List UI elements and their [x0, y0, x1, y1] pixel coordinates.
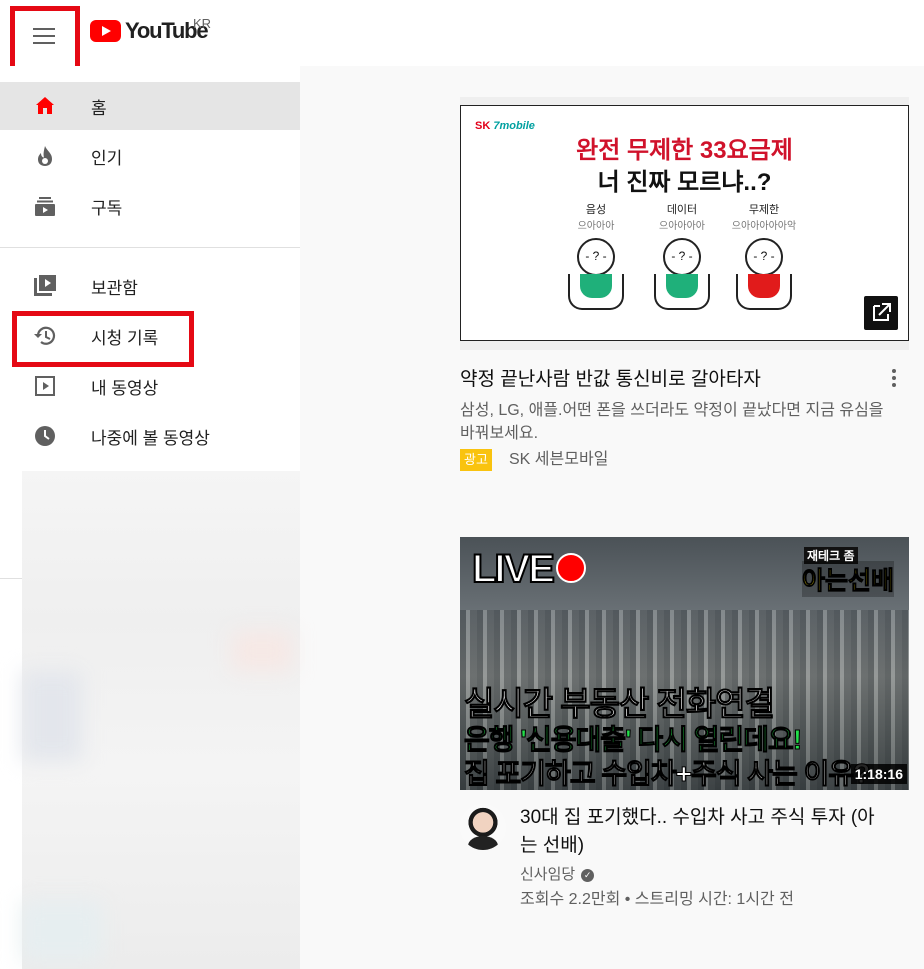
ad-figure-data: 데이터 으아아아아 - ? -	[647, 201, 717, 321]
library-icon	[32, 273, 58, 299]
video-metadata: 조회수 2.2만회 • 스트리밍 시간: 1시간 전	[520, 891, 794, 908]
youtube-logo[interactable]: YouTube KR	[90, 16, 211, 44]
video-duration: 1:18:16	[850, 764, 907, 784]
ad-title[interactable]: 약정 끝난사람 반값 통신비로 갈아타자	[460, 364, 761, 391]
ad-subheadline: 너 진짜 모르냐..?	[597, 169, 772, 196]
ad-figure-unlimited: 무제한 으아아아아아악 - ? -	[729, 201, 799, 321]
ad-creative: SK 7mobile 완전 무제한 33요금제 너 진짜 모르냐..? 음성 으아…	[460, 105, 909, 341]
sidebar-item-label: 나중에 볼 동영상	[91, 428, 210, 448]
channel-name[interactable]: 신사임당	[520, 866, 575, 883]
home-icon	[32, 93, 58, 119]
ad-thumbnail[interactable]: SK 7mobile 완전 무제한 33요금제 너 진짜 모르냐..? 음성 으아…	[460, 97, 909, 350]
sidebar-item-label: 인기	[91, 148, 123, 168]
ad-figure-voice: 음성 으아아아 - ? -	[561, 201, 631, 321]
sidebar-item-label: 구독	[91, 198, 123, 218]
verified-check-icon: ✓	[581, 868, 595, 882]
blurred-subscriptions-area	[22, 471, 300, 969]
sidebar-item-label: 내 동영상	[91, 378, 159, 398]
ad-headline: 완전 무제한 33요금제	[576, 137, 793, 164]
sidebar-item-watch-later[interactable]: 나중에 볼 동영상	[0, 412, 300, 460]
external-link-button[interactable]	[864, 296, 898, 330]
channel-avatar[interactable]	[460, 804, 506, 850]
sidebar-item-label: 홈	[91, 98, 107, 118]
fire-icon	[32, 143, 58, 169]
history-highlight-box	[12, 311, 194, 367]
sidebar-item-library[interactable]: 보관함	[0, 262, 300, 310]
more-actions-icon[interactable]	[889, 369, 899, 391]
subscriptions-icon	[32, 193, 58, 219]
sidebar-item-my-videos[interactable]: 내 동영상	[0, 362, 300, 410]
guide-menu-button[interactable]	[10, 6, 80, 72]
thumbnail-channel-name: 아는선배	[801, 561, 895, 597]
hamburger-icon	[33, 28, 55, 46]
top-bar: YouTube KR	[0, 0, 924, 72]
video-title[interactable]: 30대 집 포기했다.. 수입차 사고 주식 투자 (아는 선배)	[520, 804, 880, 860]
sidebar-item-label: 보관함	[91, 278, 138, 298]
ad-advertiser-name[interactable]: SK 세븐모바일	[509, 449, 608, 471]
sidebar-divider	[0, 578, 22, 579]
external-link-icon	[873, 303, 891, 321]
ad-description: 삼성, LG, 애플.어떤 폰을 쓰더라도 약정이 끝났다면 지금 유심을 바꿔…	[460, 402, 884, 442]
video-thumbnail[interactable]: LIVE 재테크 좀 아는선배 실시간 부동산 전화연결 은행 '신용대출' 다…	[460, 537, 909, 790]
my-videos-icon	[32, 373, 58, 399]
live-dot-icon	[556, 553, 586, 583]
thumbnail-live-text: LIVE	[471, 546, 556, 592]
thumbnail-title-line3: 집 포기하고 수입차+주식 사는 이유?	[463, 758, 870, 790]
ad-badge: 광고	[460, 449, 492, 471]
watch-later-icon	[32, 423, 58, 449]
channel-name-row[interactable]: 신사임당 ✓	[520, 863, 595, 884]
sidebar-item-trending[interactable]: 인기	[0, 132, 300, 180]
sidebar-divider	[0, 247, 300, 248]
sidebar-item-home[interactable]: 홈	[0, 82, 300, 130]
youtube-play-icon	[90, 20, 121, 42]
sidebar-item-subscriptions[interactable]: 구독	[0, 182, 300, 230]
region-code: KR	[193, 16, 212, 31]
